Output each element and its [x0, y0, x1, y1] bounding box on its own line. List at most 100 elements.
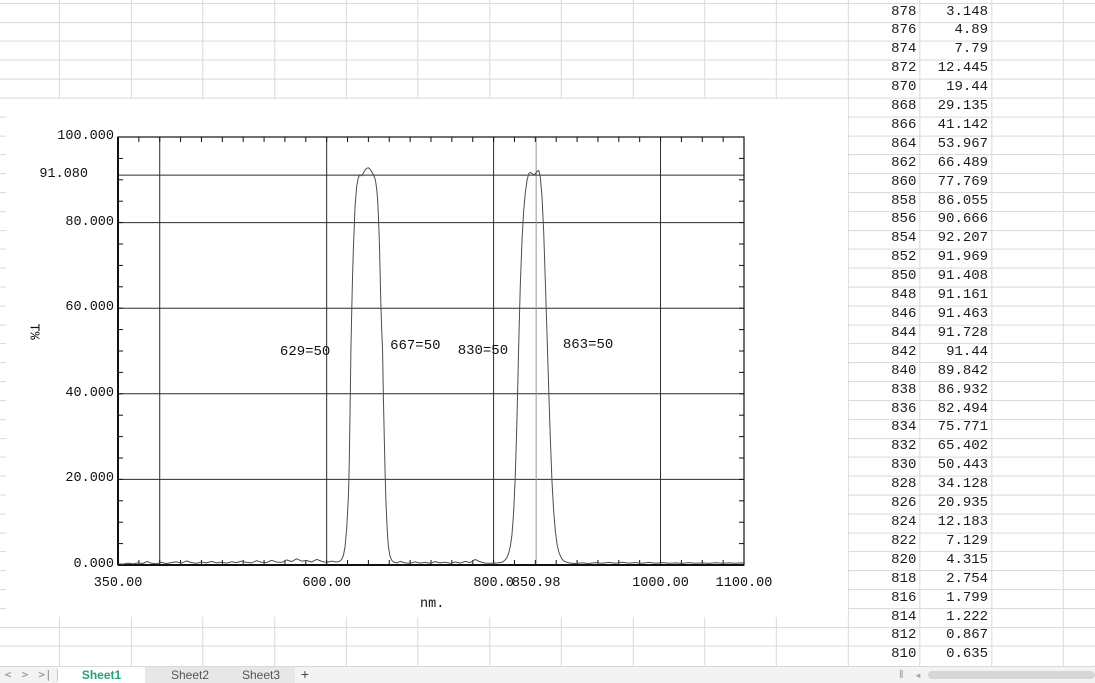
wavelength-cell[interactable]: 874 [848, 40, 920, 59]
wavelength-cell[interactable]: 862 [848, 154, 920, 173]
sheet-tab-sheet3[interactable]: Sheet3 [222, 667, 300, 683]
wavelength-cell[interactable]: 844 [848, 324, 920, 343]
transmission-cell[interactable]: 7.129 [919, 532, 991, 551]
bandwidth-annotation: 667=50 [390, 338, 440, 354]
previous-sheet-icon[interactable]: < [0, 667, 16, 683]
wavelength-cell[interactable]: 860 [848, 173, 920, 192]
wavelength-cell[interactable]: 838 [848, 381, 920, 400]
bandwidth-annotation: 830=50 [458, 343, 508, 359]
transmission-cell[interactable]: 65.402 [919, 437, 991, 456]
wavelength-cell[interactable]: 824 [848, 513, 920, 532]
transmission-cell[interactable]: 4.315 [919, 551, 991, 570]
transmission-cell[interactable]: 91.463 [919, 305, 991, 324]
y-tick-label: 20.000 [44, 471, 114, 486]
wavelength-cell[interactable]: 864 [848, 135, 920, 154]
wavelength-cell[interactable]: 828 [848, 475, 920, 494]
transmission-cell[interactable]: 19.44 [919, 78, 991, 97]
transmission-cell[interactable]: 91.161 [919, 286, 991, 305]
wavelength-cell[interactable]: 852 [848, 248, 920, 267]
transmission-cell[interactable]: 90.666 [919, 210, 991, 229]
wavelength-cell[interactable]: 840 [848, 362, 920, 381]
wavelength-cell[interactable]: 836 [848, 400, 920, 419]
wavelength-cell[interactable]: 830 [848, 456, 920, 475]
transmission-cell[interactable]: 29.135 [919, 97, 991, 116]
transmission-cell[interactable]: 91.728 [919, 324, 991, 343]
spreadsheet-app: 8783.1488764.898747.7987212.44587019.448… [0, 0, 1095, 683]
transmission-cell[interactable]: 92.207 [919, 229, 991, 248]
transmission-cell[interactable]: 91.408 [919, 267, 991, 286]
wavelength-cell[interactable]: 850 [848, 267, 920, 286]
transmission-cell[interactable]: 53.967 [919, 135, 991, 154]
wavelength-cell[interactable]: 842 [848, 343, 920, 362]
transmission-cell[interactable]: 0.635 [919, 645, 991, 664]
transmission-cell[interactable]: 12.183 [919, 513, 991, 532]
y-tick-label: 80.000 [44, 215, 114, 230]
bandwidth-annotation: 629=50 [280, 344, 330, 360]
y-tick-label: 40.000 [44, 386, 114, 401]
wavelength-cell[interactable]: 866 [848, 116, 920, 135]
transmission-cell[interactable]: 7.79 [919, 40, 991, 59]
wavelength-cell[interactable]: 814 [848, 608, 920, 627]
wavelength-cell[interactable]: 858 [848, 192, 920, 211]
transmission-cell[interactable]: 77.769 [919, 173, 991, 192]
wavelength-cell[interactable]: 810 [848, 645, 920, 664]
add-sheet-button[interactable]: + [296, 667, 314, 683]
wavelength-cell[interactable]: 846 [848, 305, 920, 324]
bandwidth-annotation: 863=50 [563, 337, 613, 353]
transmission-cell[interactable]: 3.148 [919, 3, 991, 22]
wavelength-cell[interactable]: 878 [848, 3, 920, 22]
y-axis-title: T% [26, 324, 41, 354]
transmission-cell[interactable]: 12.445 [919, 59, 991, 78]
chart-plot-svg [6, 99, 848, 617]
wavelength-cell[interactable]: 816 [848, 589, 920, 608]
transmission-cell[interactable]: 0.867 [919, 626, 991, 645]
transmission-cell[interactable]: 34.128 [919, 475, 991, 494]
transmission-chart-object[interactable]: 350.00600.00800.0850.981000.001100.000.0… [6, 99, 848, 617]
transmission-cell[interactable]: 66.489 [919, 154, 991, 173]
transmission-cell[interactable]: 91.969 [919, 248, 991, 267]
y-tick-label: 91.080 [18, 167, 88, 182]
x-tick-label: 850.98 [494, 576, 578, 591]
tab-splitter-handle[interactable]: ‖ [899, 668, 904, 682]
transmission-cell[interactable]: 2.754 [919, 570, 991, 589]
x-tick-label: 1100.00 [702, 576, 786, 591]
wavelength-cell[interactable]: 832 [848, 437, 920, 456]
transmission-cell[interactable]: 4.89 [919, 21, 991, 40]
x-tick-label: 600.00 [285, 576, 369, 591]
wavelength-cell[interactable]: 870 [848, 78, 920, 97]
wavelength-cell[interactable]: 856 [848, 210, 920, 229]
horizontal-scrollbar-thumb[interactable] [928, 671, 1095, 679]
wavelength-cell[interactable]: 822 [848, 532, 920, 551]
transmission-cell[interactable]: 50.443 [919, 456, 991, 475]
transmission-cell[interactable]: 82.494 [919, 400, 991, 419]
transmission-cell[interactable]: 91.44 [919, 343, 991, 362]
wavelength-cell[interactable]: 868 [848, 97, 920, 116]
transmission-cell[interactable]: 20.935 [919, 494, 991, 513]
sheet-tab-sheet1[interactable]: Sheet1 [58, 667, 145, 683]
last-sheet-icon[interactable]: >| [35, 667, 55, 683]
transmission-cell[interactable]: 86.932 [919, 381, 991, 400]
wavelength-cell[interactable]: 820 [848, 551, 920, 570]
transmission-cell[interactable]: 1.222 [919, 608, 991, 627]
x-tick-label: 350.00 [76, 576, 160, 591]
wavelength-cell[interactable]: 812 [848, 626, 920, 645]
wavelength-cell[interactable]: 872 [848, 59, 920, 78]
transmission-cell[interactable]: 75.771 [919, 418, 991, 437]
wavelength-cell[interactable]: 826 [848, 494, 920, 513]
y-tick-label: 100.000 [44, 129, 114, 144]
sheet-tab-sheet2[interactable]: Sheet2 [150, 667, 230, 683]
wavelength-cell[interactable]: 854 [848, 229, 920, 248]
wavelength-cell[interactable]: 818 [848, 570, 920, 589]
transmission-cell[interactable]: 41.142 [919, 116, 991, 135]
sheet-tab-bar: < > >| Sheet1 Sheet2Sheet3 + ‖ ◄ [0, 666, 1095, 683]
transmission-cell[interactable]: 86.055 [919, 192, 991, 211]
wavelength-cell[interactable]: 876 [848, 21, 920, 40]
next-sheet-icon[interactable]: > [17, 667, 33, 683]
wavelength-cell[interactable]: 848 [848, 286, 920, 305]
transmission-cell[interactable]: 1.799 [919, 589, 991, 608]
x-axis-title: nm. [420, 597, 444, 612]
wavelength-cell[interactable]: 834 [848, 418, 920, 437]
scroll-left-icon[interactable]: ◄ [914, 671, 922, 680]
y-tick-label: 60.000 [44, 300, 114, 315]
transmission-cell[interactable]: 89.842 [919, 362, 991, 381]
